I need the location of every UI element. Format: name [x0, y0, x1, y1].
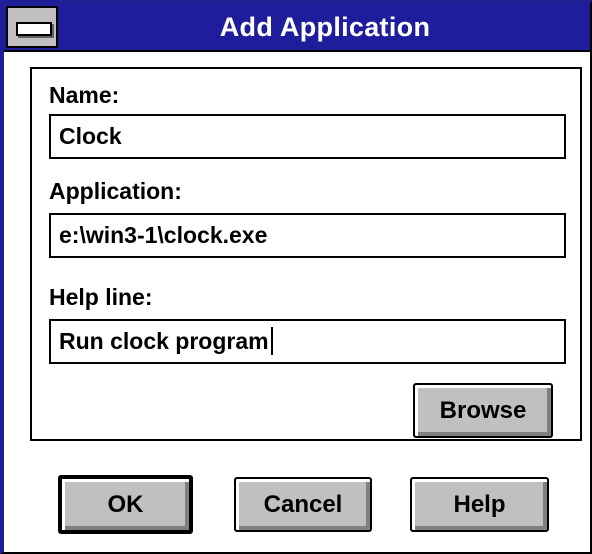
browse-button[interactable]: Browse [413, 383, 553, 438]
dialog-title: Add Application [219, 12, 431, 42]
cancel-button[interactable]: Cancel [234, 477, 372, 532]
system-menu-bar [16, 22, 52, 36]
add-application-dialog: Add Application Name: Clock Application:… [0, 0, 592, 554]
help-line-label: Help line: [49, 284, 153, 310]
application-details-group: Name: Clock Application: e:\win3-1\clock… [30, 67, 582, 441]
application-field[interactable]: e:\win3-1\clock.exe [49, 213, 566, 258]
name-label: Name: [49, 82, 120, 108]
help-line-text: Run clock program [59, 328, 269, 354]
ok-button[interactable]: OK [58, 475, 193, 534]
name-field[interactable]: Clock [49, 114, 566, 159]
system-menu-icon[interactable] [6, 6, 58, 48]
help-button[interactable]: Help [410, 477, 549, 532]
application-label: Application: [49, 178, 182, 204]
text-caret [270, 326, 273, 355]
help-line-field[interactable]: Run clock program [49, 319, 566, 364]
title-bar[interactable]: Add Application [4, 4, 590, 52]
